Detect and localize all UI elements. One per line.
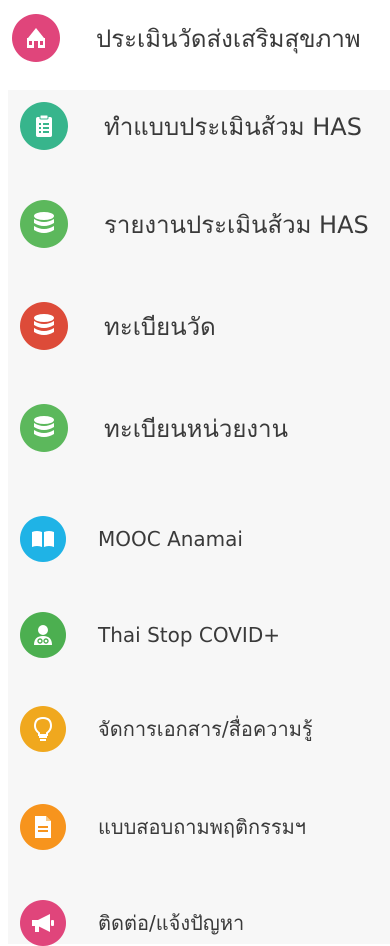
menu-item-label: ทำแบบประเมินส้วม HAS bbox=[104, 112, 362, 141]
menu-item-label: ทะเบียนหน่วยงาน bbox=[104, 414, 288, 443]
menu-item-label: ติดต่อ/แจ้งปัญหา bbox=[98, 911, 245, 935]
menu-item-label: แบบสอบถามพฤติกรรมฯ bbox=[98, 815, 307, 839]
menu-item-label: Thai Stop COVID+ bbox=[98, 623, 280, 647]
document-icon bbox=[20, 804, 66, 850]
lightbulb-icon bbox=[20, 706, 66, 752]
book-icon bbox=[20, 516, 66, 562]
menu-item-label: ทะเบียนวัด bbox=[104, 312, 216, 341]
menu-item-contact[interactable]: ติดต่อ/แจ้งปัญหา bbox=[0, 900, 390, 946]
megaphone-icon bbox=[20, 900, 66, 946]
menu-item-temple-registry[interactable]: ทะเบียนวัด bbox=[0, 302, 390, 350]
menu-item-behavior-survey[interactable]: แบบสอบถามพฤติกรรมฯ bbox=[0, 804, 390, 850]
menu-item-label: รายงานประเมินส้วม HAS bbox=[104, 210, 369, 239]
menu-item-label: ประเมินวัดส่งเสริมสุขภาพ bbox=[96, 24, 361, 53]
temple-icon bbox=[12, 14, 60, 62]
database-icon bbox=[20, 200, 68, 248]
database-icon bbox=[20, 404, 68, 452]
menu-item-has-report[interactable]: รายงานประเมินส้วม HAS bbox=[0, 200, 390, 248]
menu-item-has-assessment[interactable]: ทำแบบประเมินส้วม HAS bbox=[0, 102, 390, 150]
clipboard-icon bbox=[20, 102, 68, 150]
menu-item-health-temple[interactable]: ประเมินวัดส่งเสริมสุขภาพ bbox=[0, 14, 390, 62]
menu-item-agency-registry[interactable]: ทะเบียนหน่วยงาน bbox=[0, 404, 390, 452]
menu-item-documents[interactable]: จัดการเอกสาร/สื่อความรู้ bbox=[0, 706, 390, 752]
database-icon bbox=[20, 302, 68, 350]
menu-item-label: จัดการเอกสาร/สื่อความรู้ bbox=[98, 717, 313, 741]
user-group-icon bbox=[20, 612, 66, 658]
menu-item-label: MOOC Anamai bbox=[98, 527, 243, 551]
menu-item-thai-stop-covid[interactable]: Thai Stop COVID+ bbox=[0, 612, 390, 658]
side-menu: ประเมินวัดส่งเสริมสุขภาพ ทำแบบประเมินส้ว… bbox=[0, 0, 390, 946]
menu-item-mooc[interactable]: MOOC Anamai bbox=[0, 516, 390, 562]
